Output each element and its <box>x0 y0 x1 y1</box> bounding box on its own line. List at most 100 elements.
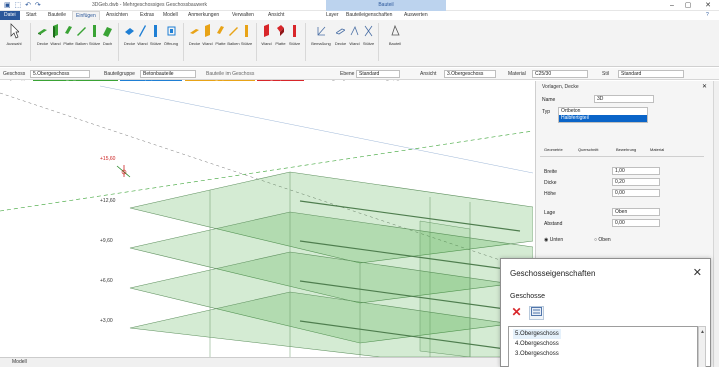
field-value[interactable]: 0,20 <box>612 178 660 186</box>
name-label: Name <box>542 97 556 103</box>
tab-modell-view[interactable]: Modell <box>12 359 27 365</box>
tab-bauteileigenschaften[interactable]: Bauteileigenschaften <box>346 11 392 20</box>
plate-icon <box>277 25 284 36</box>
tab-auswerten[interactable]: Auswerten <box>404 11 428 20</box>
3d-viewport[interactable]: +15,60 +12,60 +9,60 +6,60 +3,00 <box>0 81 533 357</box>
list-item[interactable]: 4.Obergeschoss <box>513 339 561 349</box>
ribbon-button-wand-dach[interactable]: Wand <box>201 23 214 46</box>
axis-line-blue <box>99 85 533 174</box>
ebene-select[interactable]: Standard <box>356 70 400 78</box>
ansicht-select[interactable]: 3.Obergeschoss <box>444 70 496 78</box>
tab-bauteile[interactable]: Bauteile <box>48 11 66 20</box>
scroll-up-icon[interactable]: ▲ <box>700 329 705 335</box>
delete-icon[interactable]: ✕ <box>509 306 524 320</box>
cursor-icon <box>10 23 19 39</box>
quick-access-toolbar[interactable]: ▣ ⬚ ↶ ↷ <box>4 1 42 9</box>
close-window-button[interactable]: ✕ <box>700 0 716 11</box>
tab-ansichten[interactable]: Ansichten <box>106 11 128 20</box>
dialog-title: Geschosseigenschaften <box>510 269 596 278</box>
application-window: ▣ ⬚ ↶ ↷ 3DGeb.dwb - Mehrgeschossiges Ges… <box>0 0 719 367</box>
column-icon <box>245 25 248 37</box>
radio-oben[interactable]: ○ Oben <box>594 237 611 243</box>
ribbon-button-balken[interactable]: Balken <box>75 23 88 46</box>
field-value[interactable]: Oben <box>612 208 660 216</box>
bauteilgruppe-select[interactable]: Betonbauteile <box>140 70 196 78</box>
type-list-item-selected[interactable]: Halbfertigteil <box>559 115 647 122</box>
field-label: Lage <box>544 210 556 216</box>
list-item[interactable]: 5.Obergeschoss <box>513 329 561 339</box>
type-list-item[interactable]: Ortbeton <box>559 108 647 115</box>
ribbon-button-stuetze-bem[interactable]: Stütze <box>362 23 375 46</box>
tab-modell[interactable]: Modell <box>163 11 178 20</box>
type-list[interactable]: Ortbeton Halbfertigteil <box>558 107 648 123</box>
minimize-button[interactable]: – <box>664 0 680 11</box>
slab-icon <box>38 29 47 35</box>
ribbon-button-stuetze-bewehrung[interactable]: Stütze <box>288 23 301 46</box>
field-row: Abstand 0,00 <box>544 219 694 230</box>
ribbon-button-oeffnung[interactable]: Öffnung <box>162 23 180 46</box>
ribbon-button-label: Wand <box>261 41 272 46</box>
ribbon-button-wand-bewehrung[interactable]: Wand <box>260 23 273 46</box>
ribbon-button-stuetze-dach[interactable]: Stütze <box>240 23 253 46</box>
ribbon-button-balken-dach[interactable]: Balken <box>227 23 240 46</box>
ribbon-button-label: Wand <box>202 41 213 46</box>
wall-icon <box>264 24 269 37</box>
ribbon-button-platte[interactable]: Platte <box>62 23 75 46</box>
radio-unten[interactable]: ◉ Unten <box>544 237 563 243</box>
ribbon-button-stuetze[interactable]: Stütze <box>88 23 101 46</box>
geschosse-list[interactable]: 5.Obergeschoss 4.Obergeschoss 3.Obergesc… <box>508 326 698 367</box>
ribbon-button-label: Stütze <box>240 41 253 46</box>
type-label: Typ <box>542 109 551 115</box>
tab-layer[interactable]: Layer <box>326 11 339 20</box>
tab-material[interactable]: Material <box>650 147 664 152</box>
geschoss-select[interactable]: 5.Obergeschoss <box>30 70 90 78</box>
dialog-close-button[interactable]: ✕ <box>693 266 702 279</box>
field-value[interactable]: 0,00 <box>612 189 660 197</box>
ribbon-button-bemassung[interactable]: Bemaßung <box>310 23 332 46</box>
ribbon-button-label: Stütze <box>88 41 101 46</box>
tab-start[interactable]: Start <box>26 11 37 20</box>
ribbon-button-wand[interactable]: Wand <box>49 23 62 46</box>
tab-einfuegen[interactable]: Einfügen <box>72 11 100 20</box>
ribbon-button-platte-dach[interactable]: Platte <box>214 23 227 46</box>
radio-label: Oben <box>598 237 611 243</box>
list-item[interactable]: 3.Obergeschoss <box>513 349 561 359</box>
tab-extras[interactable]: Extras <box>140 11 154 20</box>
ribbon-button-wand-last[interactable]: Wand <box>136 23 149 46</box>
ribbon-button-decke[interactable]: Decke <box>36 23 49 46</box>
ribbon-button-dach[interactable]: Dach <box>101 23 114 46</box>
ribbon-separator <box>378 23 379 61</box>
tab-ansicht[interactable]: Ansicht <box>268 11 284 20</box>
material-select[interactable]: C25/30 <box>532 70 588 78</box>
ribbon-button-wand-bem[interactable]: Wand <box>348 23 361 46</box>
field-row: Höhe 0,00 <box>544 189 694 200</box>
level-label: +6,60 <box>100 278 113 284</box>
ribbon-button-bauteil[interactable]: Bauteil <box>386 23 404 46</box>
tab-bewehrung[interactable]: Bewehrung <box>616 147 636 152</box>
help-icon[interactable]: ? <box>706 11 709 20</box>
list-scrollbar[interactable]: ▲ <box>698 326 706 367</box>
stil-select[interactable]: Standard <box>618 70 684 78</box>
ribbon-button-decke-bem[interactable]: Decke <box>334 23 347 46</box>
ribbon-button-auswahl[interactable]: Auswahl <box>4 23 24 46</box>
tab-querschnitt[interactable]: Querschnitt <box>578 147 598 152</box>
tab-anmerkungen[interactable]: Anmerkungen <box>188 11 219 20</box>
ribbon-button-platte-bewehrung[interactable]: Platte <box>274 23 287 46</box>
tab-datei[interactable]: Datei <box>0 11 20 20</box>
name-input[interactable]: 3D <box>594 95 654 103</box>
ribbon-button-label: Decke <box>123 41 136 46</box>
panel-close-icon[interactable]: ✕ <box>702 83 707 90</box>
level-label: +9,60 <box>100 238 113 244</box>
tab-verwalten[interactable]: Verwalten <box>232 11 254 20</box>
field-value[interactable]: 1,00 <box>612 167 660 175</box>
tab-geometrie[interactable]: Geometrie <box>544 147 563 152</box>
restore-button[interactable]: ▢ <box>680 0 696 11</box>
edit-button[interactable] <box>529 306 544 320</box>
edit-icon <box>531 307 542 316</box>
ribbon-button-decke-last[interactable]: Decke <box>123 23 136 46</box>
ribbon-button-decke-dach[interactable]: Decke <box>188 23 201 46</box>
context-tab-header: Bauteil <box>326 0 446 11</box>
field-value[interactable]: 0,00 <box>612 219 660 227</box>
ribbon-button-label: Decke <box>188 41 201 46</box>
ribbon-button-stuetze-last[interactable]: Stütze <box>149 23 162 46</box>
